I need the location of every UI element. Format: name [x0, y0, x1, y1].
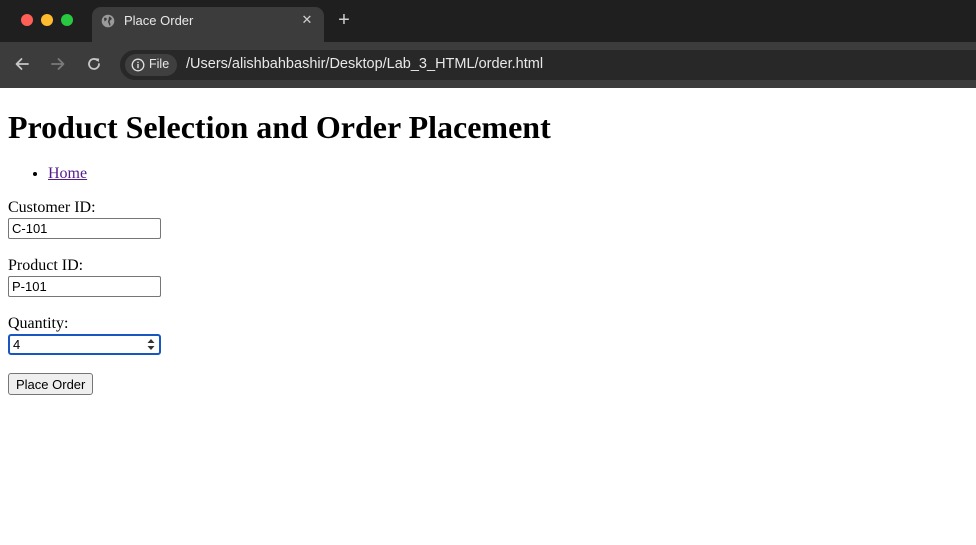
globe-icon [101, 14, 115, 28]
product-id-label: Product ID: [8, 257, 84, 274]
quantity-label: Quantity: [8, 315, 69, 332]
nav-item-home: Home [48, 165, 968, 183]
browser-chrome: Place Order ✕ + File /Users/alishbahbash… [0, 0, 976, 88]
arrow-right-icon[interactable] [49, 55, 67, 73]
customer-id-label: Customer ID: [8, 199, 96, 216]
spinner-arrows-icon[interactable] [147, 338, 155, 351]
page-content: Product Selection and Order Placement Ho… [0, 109, 976, 395]
window-close-button[interactable] [21, 14, 33, 26]
file-chip-label: File [149, 57, 170, 71]
reload-icon[interactable] [85, 55, 103, 73]
tab-place-order[interactable]: Place Order ✕ [92, 7, 324, 42]
tab-title: Place Order [124, 13, 194, 28]
order-form: Customer ID: Product ID: Quantity: Place… [8, 199, 968, 395]
tab-strip: Place Order ✕ + [0, 0, 976, 42]
address-bar[interactable]: File /Users/alishbahbashir/Desktop/Lab_3… [120, 50, 976, 80]
quantity-stepper [8, 334, 161, 355]
nav-list: Home [8, 165, 968, 183]
home-link[interactable]: Home [48, 165, 87, 182]
info-icon [131, 58, 145, 72]
window-zoom-button[interactable] [61, 14, 73, 26]
customer-id-input[interactable] [8, 218, 161, 239]
tab-close-icon[interactable]: ✕ [299, 12, 315, 28]
window-minimize-button[interactable] [41, 14, 53, 26]
page-title: Product Selection and Order Placement [8, 109, 551, 145]
new-tab-button[interactable]: + [334, 10, 354, 30]
arrow-left-icon[interactable] [13, 55, 31, 73]
product-id-input[interactable] [8, 276, 161, 297]
site-info-chip[interactable]: File [125, 54, 177, 76]
place-order-button[interactable]: Place Order [8, 373, 94, 395]
browser-toolbar: File /Users/alishbahbashir/Desktop/Lab_3… [0, 42, 976, 88]
quantity-input[interactable] [8, 334, 161, 355]
url-text[interactable]: /Users/alishbahbashir/Desktop/Lab_3_HTML… [186, 56, 543, 72]
